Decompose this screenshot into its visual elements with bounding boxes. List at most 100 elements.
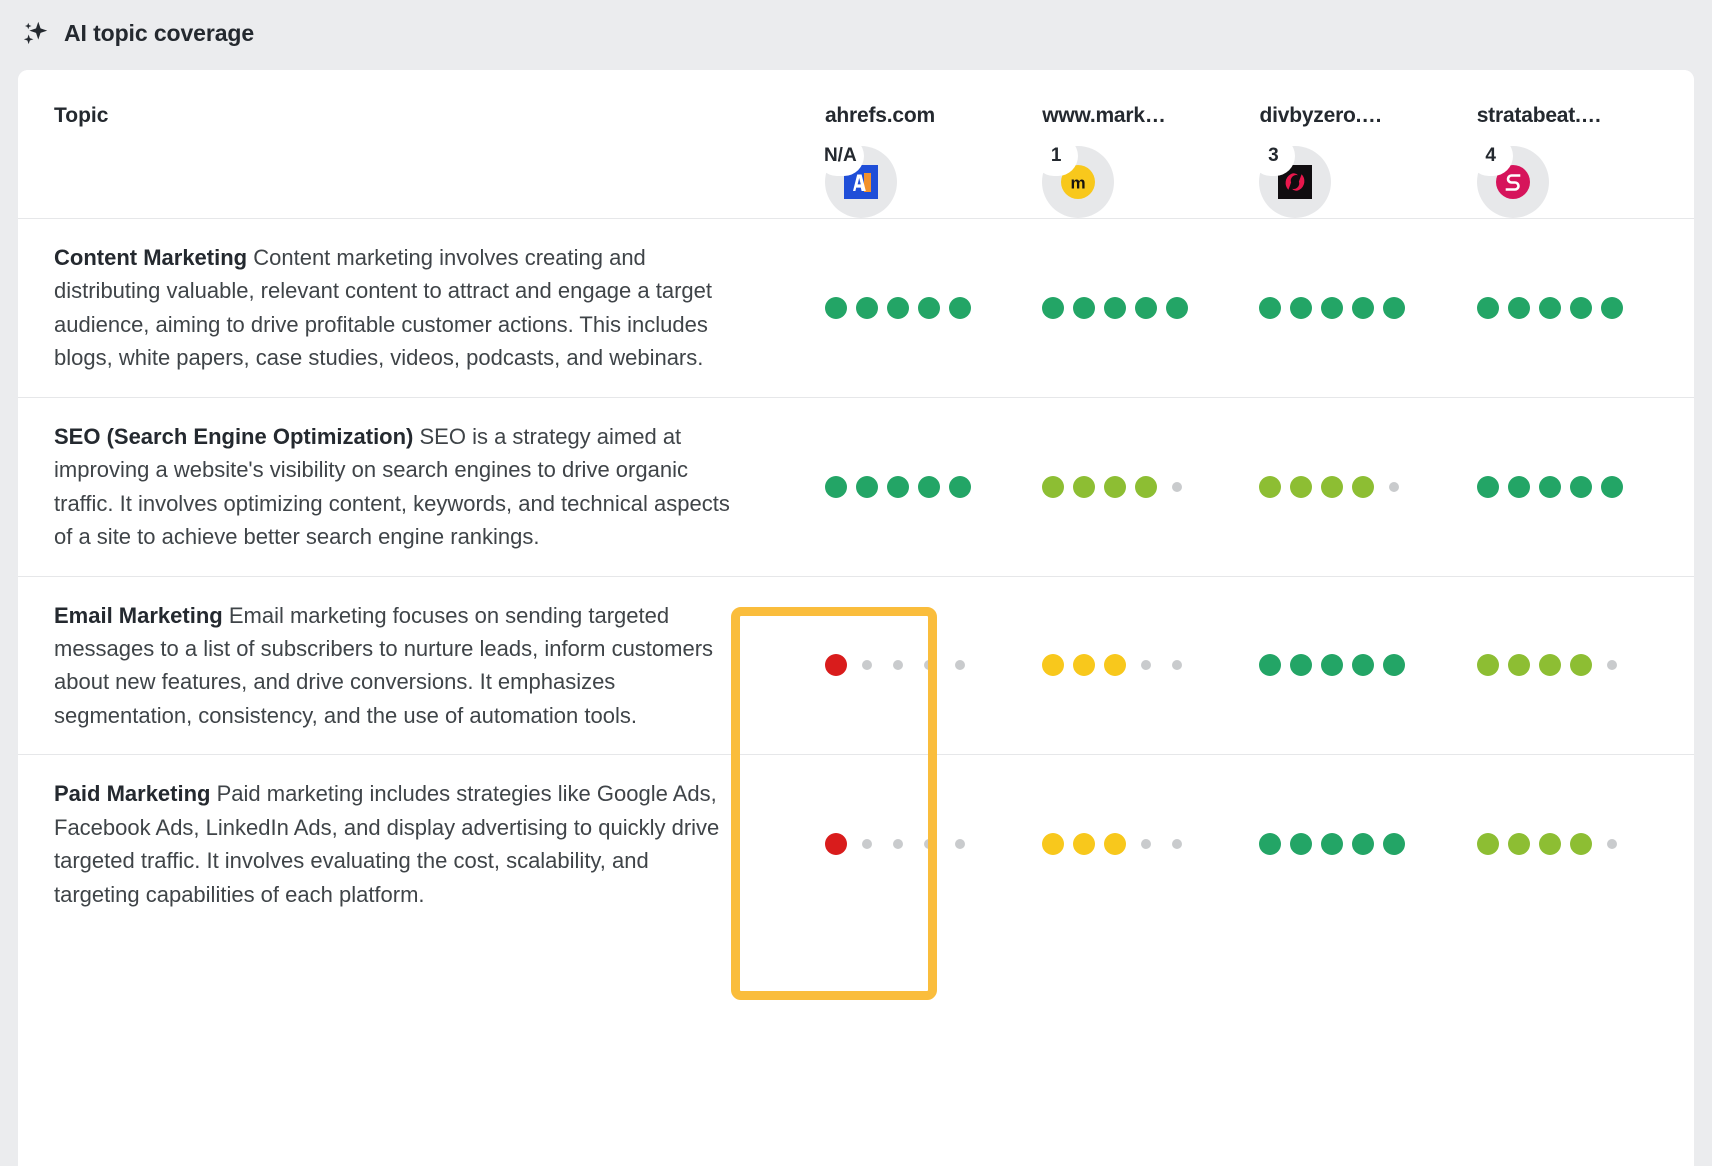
score-dot-filled: [1601, 297, 1623, 319]
score-dots: [1259, 297, 1476, 319]
score-dot-filled: [856, 476, 878, 498]
score-dot-empty: [893, 660, 903, 670]
site-chip-0[interactable]: N/A: [825, 146, 897, 218]
score-dot-filled: [1539, 297, 1561, 319]
site-name-3: stratabeat.…: [1477, 104, 1694, 128]
table-row[interactable]: Email Marketing Email marketing focuses …: [18, 576, 1694, 755]
topic-title: Content Marketing: [54, 245, 247, 270]
score-dot-filled: [918, 476, 940, 498]
score-dot-empty: [1607, 839, 1617, 849]
score-dot-filled: [1259, 654, 1281, 676]
score-dot-filled: [1104, 297, 1126, 319]
score-dot-filled: [1321, 476, 1343, 498]
score-dot-empty: [862, 839, 872, 849]
score-dots: [825, 654, 1042, 676]
score-dot-filled: [1570, 476, 1592, 498]
score-dot-empty: [955, 660, 965, 670]
score-dots: [825, 297, 1042, 319]
score-dot-filled: [1477, 476, 1499, 498]
table-row[interactable]: Content Marketing Content marketing invo…: [18, 219, 1694, 398]
score-cell[interactable]: [1259, 576, 1476, 755]
score-dots: [1042, 654, 1259, 676]
score-dots: [1042, 297, 1259, 319]
page-title: AI topic coverage: [64, 20, 254, 47]
score-dot-filled: [1508, 476, 1530, 498]
topic-cell: Paid Marketing Paid marketing includes s…: [18, 755, 825, 933]
site-chip-3[interactable]: 4: [1477, 146, 1549, 218]
score-dot-filled: [1508, 654, 1530, 676]
score-dot-filled: [1042, 654, 1064, 676]
score-cell[interactable]: [825, 219, 1042, 398]
table-row[interactable]: Paid Marketing Paid marketing includes s…: [18, 755, 1694, 933]
coverage-card: Topic ahrefs.com N/A: [18, 70, 1694, 1166]
score-cell[interactable]: [825, 397, 1042, 576]
score-dot-filled: [1073, 297, 1095, 319]
topic-title: Email Marketing: [54, 603, 223, 628]
column-header-site-0[interactable]: ahrefs.com N/A: [825, 70, 1042, 218]
sparkle-icon: [20, 18, 50, 48]
score-dot-filled: [1477, 833, 1499, 855]
score-cell[interactable]: [1477, 576, 1694, 755]
score-dot-filled: [1383, 833, 1405, 855]
score-dot-filled: [1383, 297, 1405, 319]
score-dot-filled: [887, 476, 909, 498]
widget-header: AI topic coverage: [0, 0, 1712, 66]
score-dots: [825, 476, 1042, 498]
score-dot-filled: [1042, 476, 1064, 498]
score-dot-empty: [924, 839, 934, 849]
score-dot-filled: [825, 297, 847, 319]
score-cell[interactable]: [1042, 397, 1259, 576]
score-dot-filled: [1290, 833, 1312, 855]
site-name-1: www.mark…: [1042, 104, 1259, 128]
ai-topic-coverage-table: Topic ahrefs.com N/A: [18, 70, 1694, 933]
score-dot-empty: [1172, 660, 1182, 670]
rank-badge-0: N/A: [817, 136, 864, 176]
score-cell[interactable]: [1259, 397, 1476, 576]
column-header-site-2[interactable]: divbyzero.… 3: [1259, 70, 1476, 218]
score-cell[interactable]: [1042, 219, 1259, 398]
site-chip-2[interactable]: 3: [1259, 146, 1331, 218]
topic-title: Paid Marketing: [54, 781, 210, 806]
svg-text:m: m: [1071, 174, 1086, 193]
score-cell[interactable]: [1477, 755, 1694, 933]
score-dot-filled: [1477, 654, 1499, 676]
column-header-site-3[interactable]: stratabeat.… 4: [1477, 70, 1694, 218]
score-cell[interactable]: [1259, 219, 1476, 398]
score-dot-filled: [1104, 833, 1126, 855]
score-dot-filled: [856, 297, 878, 319]
site-chip-1[interactable]: 1 m: [1042, 146, 1114, 218]
score-cell[interactable]: [825, 755, 1042, 933]
score-dot-filled: [1352, 654, 1374, 676]
score-dot-filled: [1166, 297, 1188, 319]
score-dots: [1259, 476, 1476, 498]
score-cell[interactable]: [825, 576, 1042, 755]
score-dot-filled: [1073, 654, 1095, 676]
score-dot-filled: [1352, 833, 1374, 855]
score-cell[interactable]: [1477, 219, 1694, 398]
score-dot-empty: [1607, 660, 1617, 670]
score-dots: [1259, 654, 1476, 676]
score-dot-empty: [955, 839, 965, 849]
score-dots: [1042, 476, 1259, 498]
topic-cell: Content Marketing Content marketing invo…: [18, 219, 825, 398]
score-dot-empty: [1141, 660, 1151, 670]
score-cell[interactable]: [1042, 576, 1259, 755]
topic-cell: Email Marketing Email marketing focuses …: [18, 576, 825, 755]
score-dot-filled: [1477, 297, 1499, 319]
score-cell[interactable]: [1259, 755, 1476, 933]
score-cell[interactable]: [1477, 397, 1694, 576]
score-dot-filled: [1352, 476, 1374, 498]
site-name-0: ahrefs.com: [825, 104, 1042, 128]
score-cell[interactable]: [1042, 755, 1259, 933]
score-dots: [825, 833, 1042, 855]
score-dot-empty: [1172, 482, 1182, 492]
score-dot-filled: [918, 297, 940, 319]
score-dot-empty: [1141, 839, 1151, 849]
column-header-topic[interactable]: Topic: [18, 70, 825, 218]
table-row[interactable]: SEO (Search Engine Optimization) SEO is …: [18, 397, 1694, 576]
topic-cell: SEO (Search Engine Optimization) SEO is …: [18, 397, 825, 576]
score-dot-filled: [1508, 297, 1530, 319]
column-header-site-1[interactable]: www.mark… 1 m: [1042, 70, 1259, 218]
score-dot-filled: [1042, 297, 1064, 319]
score-dot-filled: [1104, 654, 1126, 676]
